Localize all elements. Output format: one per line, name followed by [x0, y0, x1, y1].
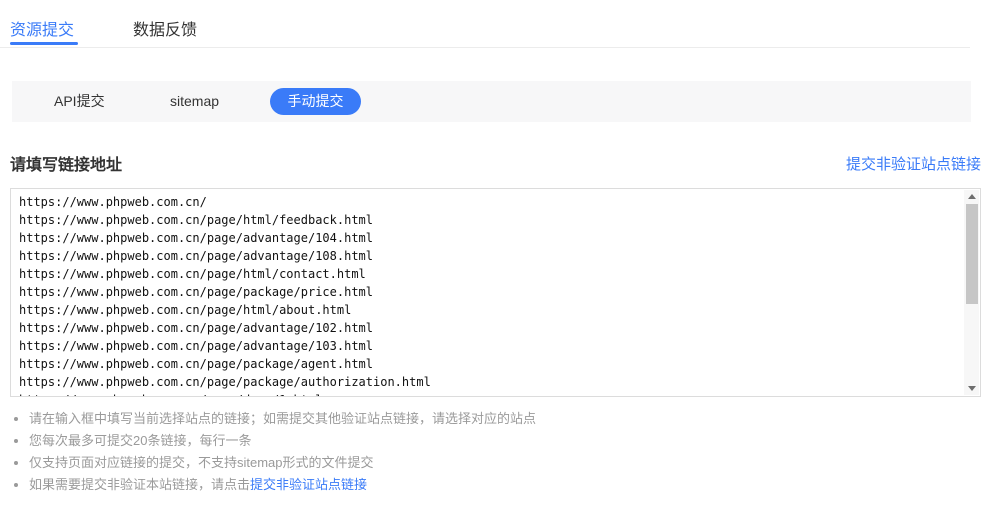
subtab-sitemap[interactable]: sitemap: [170, 81, 219, 122]
submit-unverified-site-inline-link[interactable]: 提交非验证站点链接: [250, 477, 367, 492]
note-text: 如果需要提交非验证本站链接，请点击: [29, 477, 250, 492]
url-textarea[interactable]: https://www.phpweb.com.cn/ https://www.p…: [10, 188, 981, 397]
note-text: 您每次最多可提交20条链接，每行一条: [29, 433, 251, 448]
submit-unverified-site-link[interactable]: 提交非验证站点链接: [846, 153, 981, 174]
submit-method-bar: API提交 sitemap 手动提交: [12, 81, 971, 122]
active-tab-underline: [10, 42, 78, 45]
subtab-manual-submit[interactable]: 手动提交: [270, 88, 361, 115]
url-input-label: 请填写链接地址: [10, 151, 122, 175]
notes-list: 请在输入框中填写当前选择站点的链接；如需提交其他验证站点链接，请选择对应的站点 …: [12, 408, 972, 496]
note-item: 您每次最多可提交20条链接，每行一条: [12, 430, 972, 452]
scroll-up-icon[interactable]: [964, 190, 979, 204]
bullet-icon: [14, 461, 18, 465]
tab-data-feedback[interactable]: 数据反馈: [133, 16, 197, 40]
scrollbar-thumb[interactable]: [966, 204, 978, 304]
bullet-icon: [14, 483, 18, 487]
tabs-divider: [0, 47, 970, 48]
subtab-api-submit[interactable]: API提交: [54, 81, 105, 122]
scroll-down-icon[interactable]: [964, 381, 979, 395]
note-item: 请在输入框中填写当前选择站点的链接；如需提交其他验证站点链接，请选择对应的站点: [12, 408, 972, 430]
note-item: 仅支持页面对应链接的提交，不支持sitemap形式的文件提交: [12, 452, 972, 474]
note-text: 仅支持页面对应链接的提交，不支持sitemap形式的文件提交: [29, 455, 374, 470]
note-item: 如果需要提交非验证本站链接，请点击提交非验证站点链接: [12, 474, 972, 496]
url-textarea-content[interactable]: https://www.phpweb.com.cn/ https://www.p…: [19, 193, 958, 396]
note-text: 请在输入框中填写当前选择站点的链接；如需提交其他验证站点链接，请选择对应的站点: [29, 411, 536, 426]
bullet-icon: [14, 439, 18, 443]
textarea-scrollbar[interactable]: [964, 190, 979, 395]
bullet-icon: [14, 417, 18, 421]
resource-submit-page: 资源提交 数据反馈 API提交 sitemap 手动提交 请填写链接地址 提交非…: [0, 0, 992, 522]
tab-resource-submit[interactable]: 资源提交: [10, 16, 74, 40]
